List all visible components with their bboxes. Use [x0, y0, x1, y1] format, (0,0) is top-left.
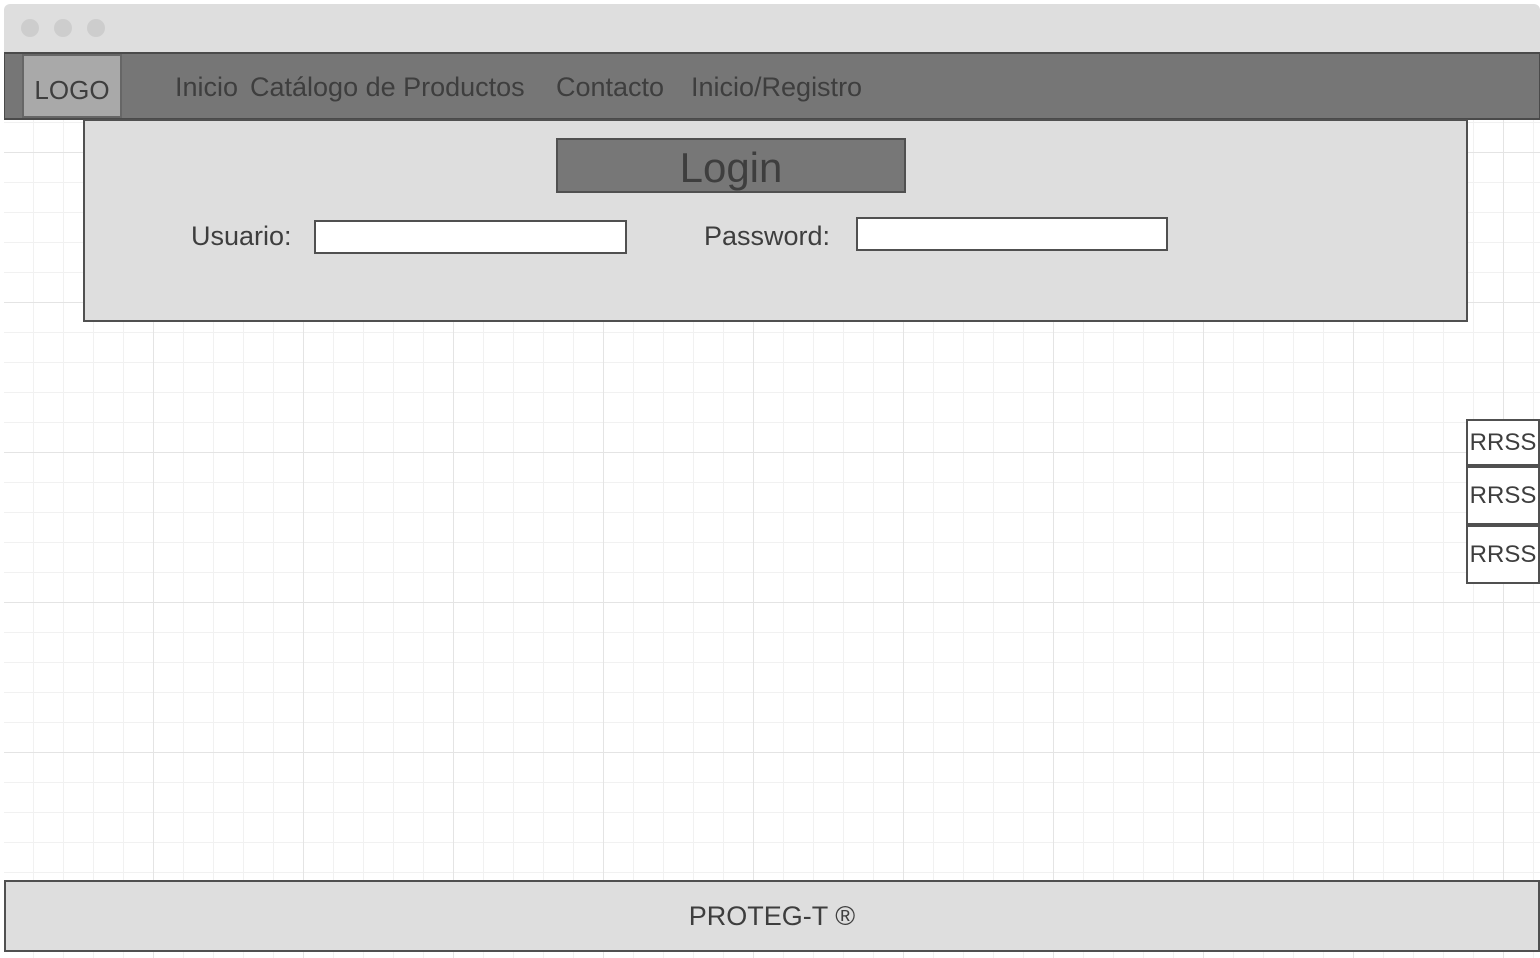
logo[interactable]: LOGO [22, 54, 122, 118]
window-maximize-dot[interactable] [87, 19, 105, 37]
rrss-link-3[interactable]: RRSS [1466, 525, 1540, 584]
password-input[interactable] [856, 217, 1168, 251]
footer: PROTEG-T ® [4, 880, 1540, 952]
rrss-link-2[interactable]: RRSS [1466, 466, 1540, 525]
window-close-dot[interactable] [21, 19, 39, 37]
password-label: Password: [704, 221, 831, 251]
login-panel: Login Usuario: Password: [83, 119, 1468, 322]
usuario-input[interactable] [314, 220, 627, 254]
window-minimize-dot[interactable] [54, 19, 72, 37]
nav-item-catalogo[interactable]: Catálogo de Productos [250, 72, 525, 103]
login-title: Login [556, 138, 906, 193]
rrss-link-1[interactable]: RRSS [1466, 419, 1540, 466]
top-navbar: LOGO Inicio Catálogo de Productos Contac… [4, 52, 1540, 120]
browser-window: LOGO Inicio Catálogo de Productos Contac… [4, 4, 1540, 958]
nav-item-inicio-registro[interactable]: Inicio/Registro [691, 72, 862, 103]
nav-item-contacto[interactable]: Contacto [556, 72, 664, 103]
nav-item-inicio[interactable]: Inicio [175, 72, 238, 103]
usuario-label: Usuario: [191, 221, 292, 251]
window-titlebar [4, 4, 1540, 52]
